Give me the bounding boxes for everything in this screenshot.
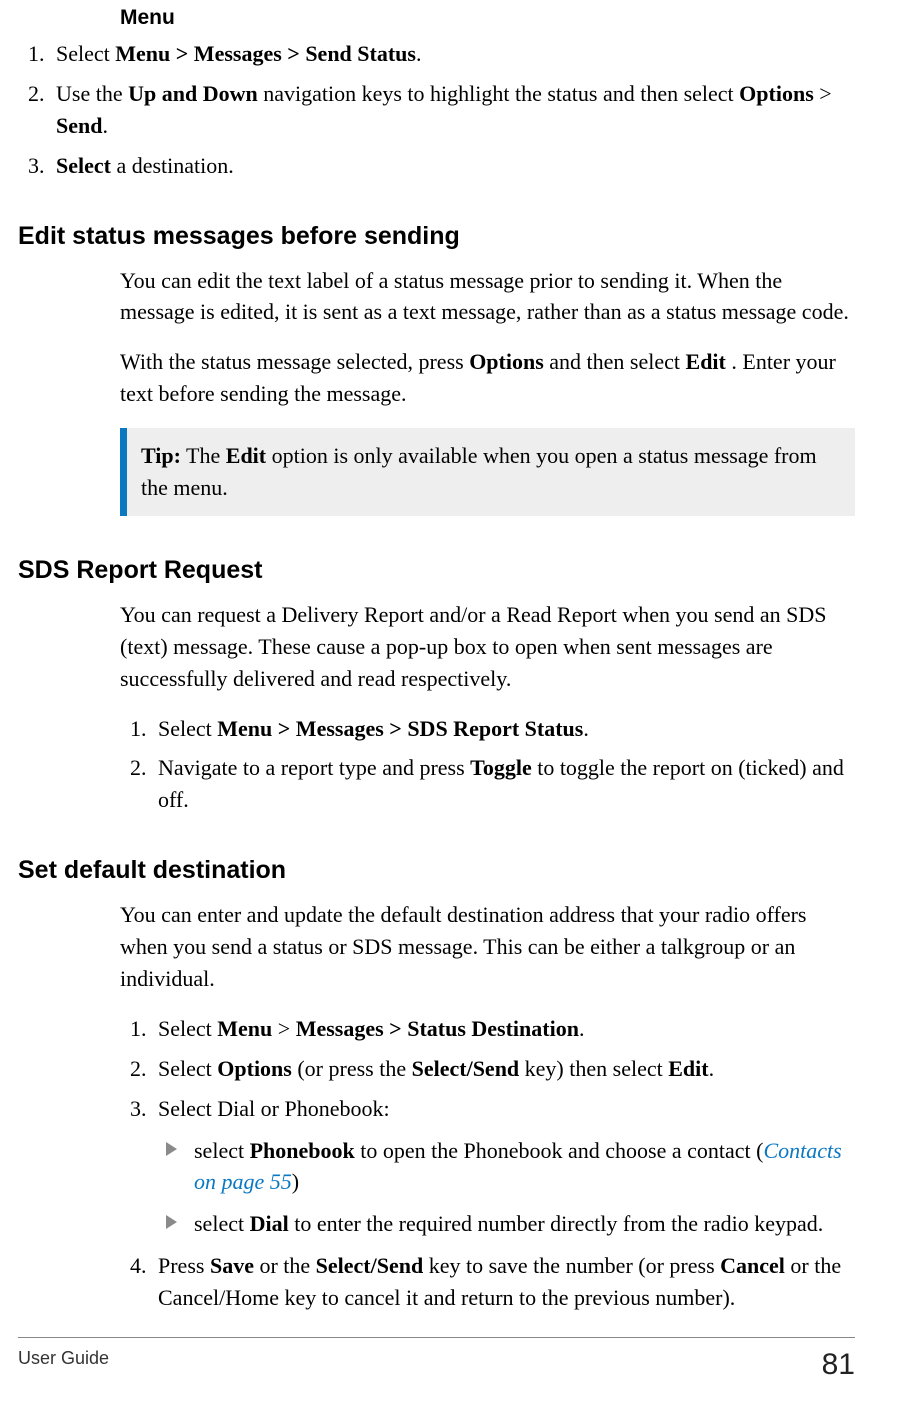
edit-p2: With the status message selected, press … [120,346,855,410]
dest-steps: Select Menu > Messages > Status Destinat… [120,1013,855,1314]
text: ) [292,1169,299,1194]
sds-heading: SDS Report Request [18,556,855,585]
bold: Edit [226,443,266,468]
text: Select [158,716,217,741]
dest-bullet-dial: select Dial to enter the required number… [190,1208,855,1240]
dest-step-2: Select Options (or press the Select/Send… [152,1053,855,1085]
dest-bullet-phonebook: select Phonebook to open the Phonebook a… [190,1135,855,1199]
dest-step-3: Select Dial or Phonebook: select Phonebo… [152,1093,855,1241]
dest-step-1: Select Menu > Messages > Status Destinat… [152,1013,855,1045]
bold: Toggle [470,755,532,780]
footer-title: User Guide [18,1348,109,1368]
menu-step-2: Use the Up and Down navigation keys to h… [50,78,855,142]
text: or the [254,1253,316,1278]
bold: Options [217,1056,292,1081]
text: . [579,1016,585,1041]
bold: Options [469,349,544,374]
bold: Edit [686,349,726,374]
edit-heading: Edit status messages before sending [18,222,855,251]
dest-p1: You can enter and update the default des… [120,899,855,995]
text: to open the Phonebook and choose a conta… [355,1138,764,1163]
page-number: 81 [822,1348,855,1382]
text: to enter the required number directly fr… [289,1211,824,1236]
dest-heading: Set default destination [18,856,855,885]
menu-heading: Menu [120,6,855,30]
sds-step-2: Navigate to a report type and press Togg… [152,752,855,816]
bold: Select/Send [412,1056,520,1081]
text: Select [158,1016,217,1041]
text: > [272,1016,295,1041]
menu-step-1: Select Menu > Messages > Send Status. [50,38,855,70]
dest-step-4: Press Save or the Select/Send key to sav… [152,1250,855,1314]
text: Select Dial or Phonebook: [158,1096,390,1121]
text: key) then select [519,1056,668,1081]
text: key to save the number (or press [423,1253,720,1278]
text: With the status message selected, press [120,349,469,374]
bold: Phonebook [250,1138,355,1163]
sds-p1: You can request a Delivery Report and/or… [120,599,855,695]
dest-sublist: select Phonebook to open the Phonebook a… [158,1135,855,1241]
bold: Menu > Messages > Send Status [115,41,416,66]
text: Use the [56,81,128,106]
bold: Options [739,81,814,106]
text: select [194,1211,250,1236]
sds-step-1: Select Menu > Messages > SDS Report Stat… [152,713,855,745]
text: > [814,81,832,106]
sds-steps: Select Menu > Messages > SDS Report Stat… [120,713,855,817]
page-footer: 81 User Guide [18,1337,855,1382]
bold: Menu > Messages > SDS Report Status [217,716,583,741]
text: . [102,113,108,138]
menu-steps: Select Menu > Messages > Send Status. Us… [18,38,855,182]
bold: Menu [217,1016,272,1041]
bold: Select/Send [316,1253,424,1278]
text: Select [56,41,115,66]
text: Press [158,1253,210,1278]
bold: Save [210,1253,254,1278]
text: (or press the [292,1056,412,1081]
text: navigation keys to highlight the status … [258,81,739,106]
bold: Send [56,113,102,138]
tip-box: Tip: The Edit option is only available w… [120,428,855,516]
text: a destination. [111,153,234,178]
bold: Messages > Status Destination [296,1016,579,1041]
text: Select [158,1056,217,1081]
text: The [181,443,226,468]
bold: Dial [250,1211,289,1236]
bold: Up and Down [128,81,258,106]
text: select [194,1138,250,1163]
text: . [416,41,422,66]
bold: Select [56,153,111,178]
text: . [709,1056,715,1081]
text: Navigate to a report type and press [158,755,470,780]
bold: Edit [668,1056,708,1081]
text: . [583,716,589,741]
menu-step-3: Select a destination. [50,150,855,182]
tip-label: Tip: [141,443,181,468]
edit-p1: You can edit the text label of a status … [120,265,855,329]
bold: Cancel [720,1253,785,1278]
text: and then select [544,349,686,374]
